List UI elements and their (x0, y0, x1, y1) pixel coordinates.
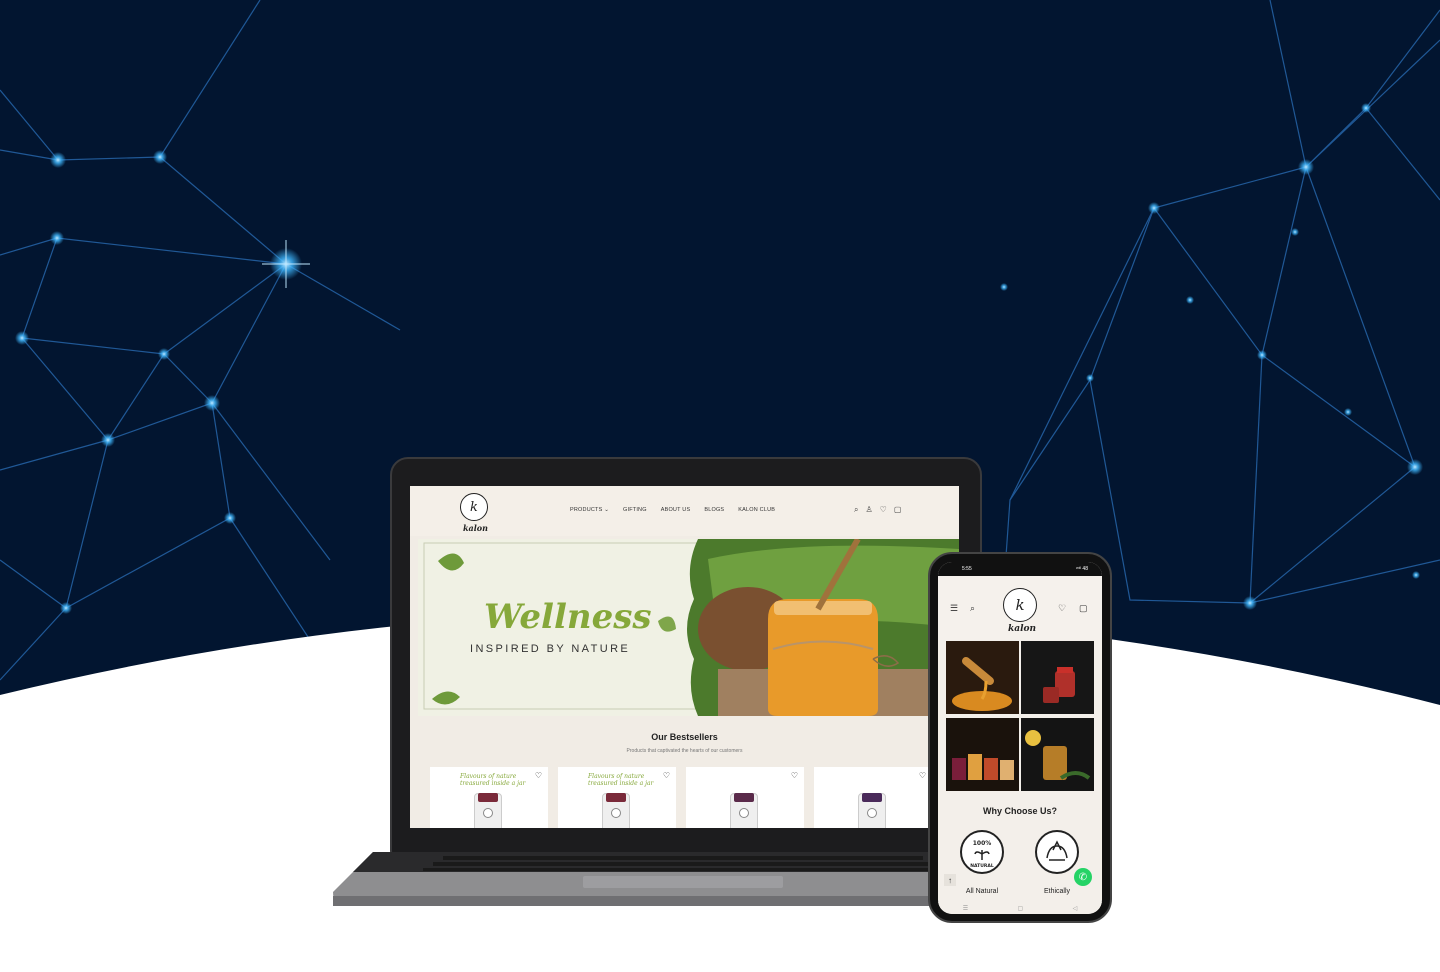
account-icon[interactable]: ♙ (865, 505, 872, 515)
mobile-header: ☰ ⌕ k kalon ♡ ▢ (938, 576, 1102, 640)
status-time: 5:55 (962, 566, 972, 572)
hero-title: Wellness (484, 597, 652, 637)
svg-text:NATURAL: NATURAL (970, 863, 994, 869)
bestsellers-title: Our Bestsellers (651, 732, 718, 742)
jam-jars-image[interactable] (1021, 641, 1094, 714)
tea-image[interactable] (1021, 718, 1094, 791)
nav-gifting[interactable]: GIFTING (623, 507, 647, 513)
brand-wordmark[interactable]: kalon (463, 523, 488, 533)
card-tagline: Flavours of nature treasured inside a ja… (588, 773, 654, 787)
scroll-up-icon[interactable]: ↑ (944, 874, 956, 886)
phone-screen: 5:55 ᵛᵒˡˡ 48 ☰ ⌕ k kalon ♡ ▢ Why Choose … (938, 562, 1102, 914)
android-nav-bar: ☰ ▢ ◁ (938, 902, 1102, 914)
card-tagline: Flavours of nature treasured inside a ja… (460, 773, 526, 787)
badge-label-ethically: Ethically (1043, 888, 1071, 895)
site-header: k kalon PRODUCTS ⌄ GIFTING ABOUT US BLOG… (410, 486, 959, 536)
product-card[interactable]: ♡ (814, 767, 932, 828)
home-icon[interactable]: ▢ (1018, 905, 1024, 912)
main-nav: PRODUCTS ⌄ GIFTING ABOUT US BLOGS KALON … (570, 507, 775, 513)
nav-kalon-club[interactable]: KALON CLUB (738, 507, 775, 513)
product-cards: Flavours of nature treasured inside a ja… (430, 767, 932, 828)
whatsapp-icon[interactable]: ✆ (1074, 868, 1092, 886)
nav-products[interactable]: PRODUCTS ⌄ (570, 507, 609, 513)
nav-about-us[interactable]: ABOUT US (661, 507, 691, 513)
cart-icon[interactable]: ▢ (1079, 603, 1088, 614)
back-icon[interactable]: ◁ (1073, 905, 1078, 912)
wishlist-heart-icon[interactable]: ♡ (919, 771, 926, 780)
image-grid (946, 641, 1094, 791)
natural-badge-icon: 100% NATURAL (960, 830, 1004, 874)
honey-dipper-image[interactable] (946, 641, 1019, 714)
product-card[interactable]: Flavours of nature treasured inside a ja… (430, 767, 548, 828)
nav-blogs[interactable]: BLOGS (704, 507, 724, 513)
hero-banner[interactable]: Wellness INSPIRED BY NATURE (418, 539, 959, 716)
search-icon[interactable]: ⌕ (970, 603, 975, 614)
product-card[interactable]: ♡ (686, 767, 804, 828)
search-icon[interactable]: ⌕ (854, 505, 858, 515)
bestsellers-subtitle: Products that captivated the hearts of o… (626, 748, 743, 754)
jar-image (730, 793, 758, 828)
wishlist-icon[interactable]: ♡ (880, 505, 887, 515)
status-bar: 5:55 ᵛᵒˡˡ 48 (938, 562, 1102, 576)
badge-label-natural: All Natural (965, 888, 999, 895)
wishlist-icon[interactable]: ♡ (1058, 603, 1066, 614)
product-card[interactable]: Flavours of nature treasured inside a ja… (558, 767, 676, 828)
wishlist-heart-icon[interactable]: ♡ (791, 771, 798, 780)
brand-logo[interactable]: k (1003, 588, 1037, 622)
jar-image (602, 793, 630, 828)
hero-subtitle: INSPIRED BY NATURE (470, 643, 631, 655)
why-choose-title: Why Choose Us? (982, 806, 1057, 816)
brand-wordmark: kalon (1008, 624, 1037, 634)
laptop-screen: k kalon PRODUCTS ⌄ GIFTING ABOUT US BLOG… (410, 486, 959, 828)
status-signal: ᵛᵒˡˡ 48 (1075, 566, 1088, 572)
ethically-badge-icon (1035, 830, 1079, 874)
brand-logo[interactable]: k (460, 493, 488, 521)
jar-image (474, 793, 502, 828)
jar-image (858, 793, 886, 828)
wishlist-heart-icon[interactable]: ♡ (535, 771, 542, 780)
svg-text:100%: 100% (973, 840, 992, 847)
menu-icon[interactable]: ☰ (950, 603, 958, 614)
wishlist-heart-icon[interactable]: ♡ (663, 771, 670, 780)
header-icons: ⌕ ♙ ♡ ▢ (854, 505, 901, 515)
recent-apps-icon[interactable]: ☰ (963, 905, 968, 912)
cart-icon[interactable]: ▢ (894, 505, 902, 515)
preserves-image[interactable] (946, 718, 1019, 791)
